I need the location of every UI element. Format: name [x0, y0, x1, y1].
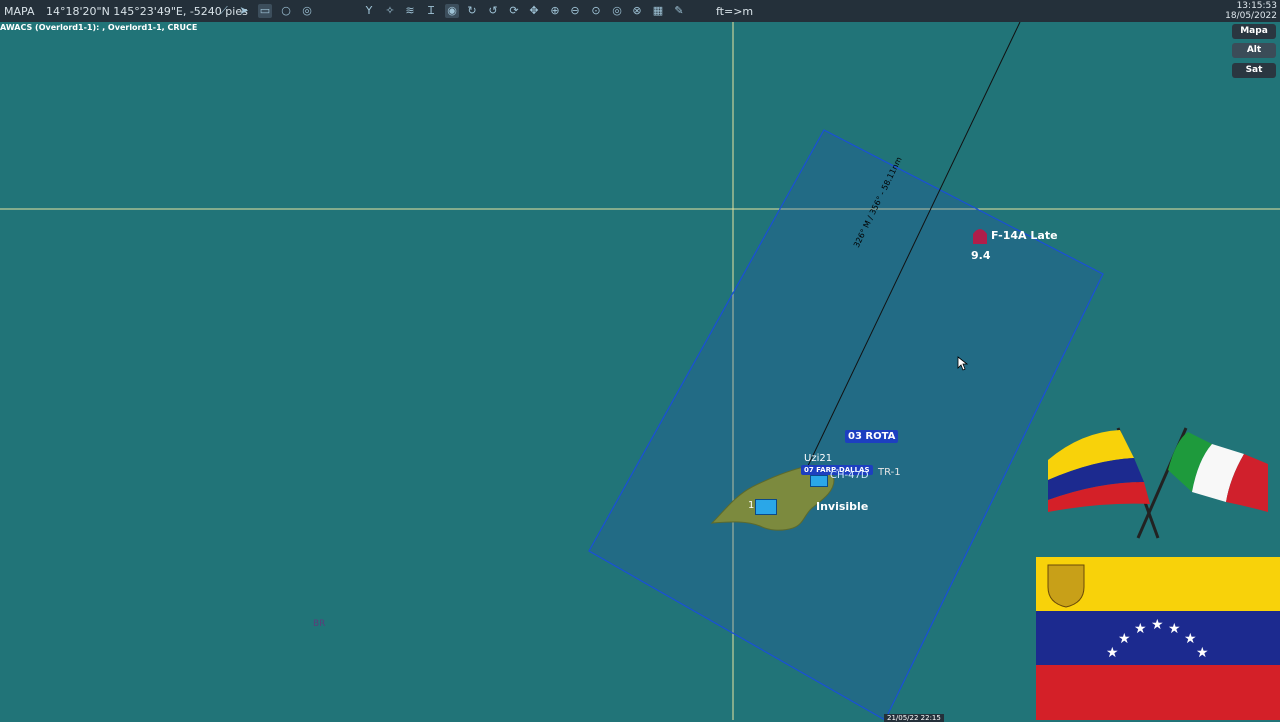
zoom-in-icon[interactable]: ⊕: [548, 4, 562, 18]
bottom-map-label: 21/05/22 22:15: [884, 714, 944, 722]
pencil-icon[interactable]: ✎: [672, 4, 686, 18]
map-type-mapa-button[interactable]: Mapa: [1232, 24, 1276, 39]
zoom-out-icon[interactable]: ⊖: [568, 4, 582, 18]
svg-text:★: ★: [1106, 645, 1119, 661]
globe-icon[interactable]: ⊗: [630, 4, 644, 18]
rota-label[interactable]: 03 ROTA: [845, 430, 899, 443]
mouse-cursor-icon: [957, 356, 969, 371]
svg-text:★: ★: [1134, 621, 1147, 637]
branch-icon[interactable]: Y: [362, 4, 376, 18]
zoom-fit-icon[interactable]: ⊙: [589, 4, 603, 18]
unit-toggle-button[interactable]: ft=>m: [716, 5, 753, 18]
tower-icon[interactable]: Ɪ: [424, 4, 438, 18]
f14-contact-label[interactable]: F-14A Late: [991, 229, 1058, 242]
invisible-contact-label[interactable]: Invisible: [816, 500, 868, 513]
compass-icon[interactable]: ◎: [610, 4, 624, 18]
ruler-icon[interactable]: ▭: [258, 4, 272, 18]
clock-time: 13:15:53: [1236, 1, 1277, 11]
awacs-status-line: AWACS (Overlord1-1): , Overlord1-1, CRUC…: [0, 23, 198, 32]
rotate-3-icon[interactable]: ⟳: [507, 4, 521, 18]
ch47-contact-label[interactable]: CH-47D: [830, 470, 869, 481]
rotate-icon[interactable]: ↻: [465, 4, 479, 18]
move-icon[interactable]: ✥: [527, 4, 541, 18]
svg-text:★: ★: [1196, 645, 1209, 661]
plane-icon[interactable]: ➤: [237, 4, 251, 18]
svg-text:★: ★: [1184, 631, 1197, 647]
tr-contact-label[interactable]: TR-1: [878, 467, 901, 478]
layers-icon[interactable]: ◎: [300, 4, 314, 18]
svg-text:★: ★: [1118, 631, 1131, 647]
farp-marker-icon[interactable]: [810, 475, 828, 487]
rotate-alt-icon[interactable]: ↺: [486, 4, 500, 18]
venezuela-flag-image: ★ ★ ★ ★ ★ ★ ★: [1036, 557, 1280, 720]
br-map-mark: BR: [313, 619, 326, 629]
target-icon[interactable]: ✧: [383, 4, 397, 18]
invisible-marker-icon[interactable]: [755, 499, 777, 515]
invisible-contact-prefix: 1: [748, 500, 755, 511]
scan-area-box[interactable]: [588, 129, 1104, 720]
circle-icon[interactable]: ○: [279, 4, 293, 18]
map-type-sat-button[interactable]: Sat: [1232, 63, 1276, 78]
chart-icon[interactable]: ⟋: [217, 4, 231, 18]
clock: 13:15:53 18/05/2022: [1225, 1, 1277, 21]
svg-text:★: ★: [1168, 621, 1181, 637]
map-type-alt-button[interactable]: Alt: [1232, 43, 1276, 58]
crossed-flags-logo: [1048, 427, 1268, 539]
grid-icon[interactable]: ▦: [651, 4, 665, 18]
radar-icon[interactable]: ◉: [445, 4, 459, 18]
clock-date: 18/05/2022: [1225, 11, 1277, 21]
top-toolbar: MAPA 14°18'20"N 145°23'49"E, -5240 pies …: [0, 0, 1280, 22]
uzi-contact-label[interactable]: Uzi21: [804, 453, 832, 464]
signal-icon[interactable]: ≋: [403, 4, 417, 18]
f14-contact-value: 9.4: [971, 249, 991, 262]
app-name: MAPA: [4, 5, 35, 18]
svg-text:★: ★: [1151, 617, 1164, 633]
